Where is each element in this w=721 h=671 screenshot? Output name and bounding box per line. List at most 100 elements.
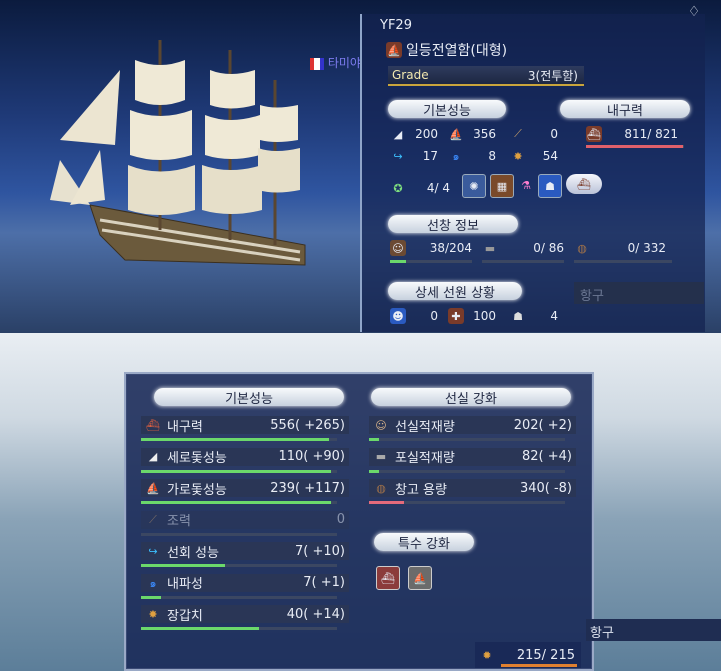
left-row-3: ⟋ 조력 0 (141, 510, 349, 529)
left-row-bar-3 (141, 532, 337, 536)
detail-health: ✚ 100 (448, 308, 496, 324)
crew-value: 38/204 (429, 241, 472, 255)
detail-value: 0 (430, 309, 438, 323)
crew-face-icon: ☻ (390, 308, 406, 324)
bar-fill (141, 438, 330, 441)
hull-icon: ⛴ (146, 418, 160, 432)
bar-fill (390, 260, 406, 263)
turn-arrow-icon: ↪ (393, 149, 403, 163)
stat-value: 200 (415, 127, 438, 141)
supply-display: ✹ 215/ 215 (475, 642, 581, 668)
sailor-icon: ☺ (390, 240, 406, 256)
figurehead-equipment-icon[interactable]: ☗ (538, 174, 562, 198)
medal-icon: ✪ (393, 181, 403, 195)
right-row-bar-2 (369, 501, 565, 504)
right-row-2: ◍ 창고 용량 340( -8) (369, 479, 576, 498)
detail-value: 4 (550, 309, 558, 323)
crew-heal-icon: ✚ (448, 308, 464, 324)
basic-performance-header: 기본성능 (388, 100, 506, 119)
row-label: 내구력 (167, 419, 203, 435)
durability-value: 811/ 821 (624, 127, 678, 141)
ship-class: 일등전열함(대형) (406, 43, 508, 59)
right-row-1: ▬ 포실적재량 82( +4) (369, 447, 576, 466)
row-value: 110( +90) (278, 449, 345, 464)
vertical-sail-icon: ◢ (148, 450, 158, 463)
sun-gear-icon: ✹ (482, 648, 492, 662)
grade-label: Grade (392, 68, 429, 82)
left-row-6: ✸ 장갑치 40( +14) (141, 605, 349, 624)
row-value: 0 (336, 512, 345, 527)
armor-icon: ✸ (148, 607, 158, 621)
compass-equipment-icon[interactable]: ✺ (462, 174, 486, 198)
crew-cannons-bar (482, 260, 564, 263)
port-label-bottom: 항구 (590, 626, 614, 641)
left-row-1: ◢ 세로돛성능 110( +90) (141, 447, 349, 466)
durability-bar-fill (586, 145, 683, 148)
port-label: 항구 (580, 289, 604, 304)
hull-icon: ⛴ (586, 126, 602, 142)
right-row-bar-0 (369, 438, 565, 441)
left-row-4: ↪ 선회 성능 7( +10) (141, 542, 349, 561)
bar-fill (141, 469, 332, 473)
crew-morale-icon: ☗ (513, 309, 523, 323)
durability-bar (586, 145, 684, 148)
left-row-bar-4 (141, 564, 337, 567)
stat-vertical-sail: ◢ 200 (390, 126, 438, 142)
hull-upgrade-icon[interactable]: ⛴ (376, 566, 400, 590)
row-value: 7( +10) (295, 543, 345, 559)
barrel-icon: ◍ (376, 481, 386, 495)
detail-morale: ☗ 4 (510, 308, 558, 324)
barrel-icon: ◍ (577, 241, 587, 255)
nation-name: 타미야 (327, 56, 361, 70)
equipment-slots: ✪ 4/ 4 (390, 180, 450, 196)
crew-value: 0/ 332 (627, 241, 666, 255)
stat-horizontal-sail: ⛵ 356 (448, 126, 496, 142)
row-value: 340( -8) (519, 480, 572, 496)
bar-fill (141, 595, 161, 599)
sail-upgrade-icon[interactable]: ⛵ (408, 566, 432, 590)
bar-fill (141, 501, 332, 504)
stat-value: 0 (550, 127, 558, 141)
nation-flag-label: 타미야 (310, 54, 361, 71)
crew-cargo: ◍ 0/ 332 (574, 240, 666, 256)
equip-slot-value: 4/ 4 (426, 181, 450, 195)
potion-icon: ⚗ (521, 178, 531, 192)
oar-icon: ⟋ (149, 512, 157, 526)
vertical-sail-icon: ◢ (393, 127, 403, 141)
detail-value: 100 (473, 309, 496, 323)
cabin-upgrade-header: 선실 강화 (371, 388, 571, 407)
supply-value: 215/ 215 (516, 647, 575, 663)
sailor-icon: ☺ (375, 418, 387, 432)
right-row-bar-1 (369, 469, 565, 473)
cannon-icon: ▬ (375, 450, 387, 463)
cargo-equipment-icon[interactable]: ▦ (490, 174, 514, 198)
row-value: 556( +265) (270, 417, 345, 433)
row-label: 창고 용량 (395, 482, 447, 498)
left-row-2: ⛵ 가로돛성능 239( +117) (141, 479, 349, 498)
port-box: 항구 (574, 282, 704, 304)
armor-icon: ✸ (513, 149, 523, 163)
bar-fill (141, 627, 259, 630)
row-value: 202( +2) (513, 417, 572, 433)
left-row-0: ⛴ 내구력 556( +265) (141, 416, 349, 435)
stat-value: 356 (473, 127, 496, 141)
stat-wave: ๑ 8 (448, 148, 497, 164)
equipment-icons: ✺ ▦ ⚗ ☗ ⛴ (462, 174, 602, 198)
left-row-bar-1 (141, 469, 337, 473)
crew-sailors-bar (390, 260, 472, 263)
close-icon[interactable]: ♢ (684, 4, 704, 20)
turn-arrow-icon: ↪ (148, 544, 158, 558)
crew-sailors: ☺ 38/204 (390, 240, 472, 256)
supply-bar (501, 664, 577, 667)
right-row-0: ☺ 선실적재량 202( +2) (369, 416, 576, 435)
ship-button-icon[interactable]: ⛴ (566, 174, 602, 194)
ship-class-row: ⛵ 일등전열함(대형) (386, 40, 507, 60)
special-upgrade-header: 특수 강화 (374, 533, 474, 552)
stat-value: 54 (542, 149, 558, 163)
row-label: 포실적재량 (395, 451, 455, 466)
row-value: 82( +4) (522, 449, 572, 464)
detail-idle: ☻ 0 (390, 308, 438, 324)
durability-header: 내구력 (560, 100, 690, 119)
stat-turn: ↪ 17 (390, 148, 438, 164)
stat-oar: ⟋ 0 (510, 126, 558, 142)
